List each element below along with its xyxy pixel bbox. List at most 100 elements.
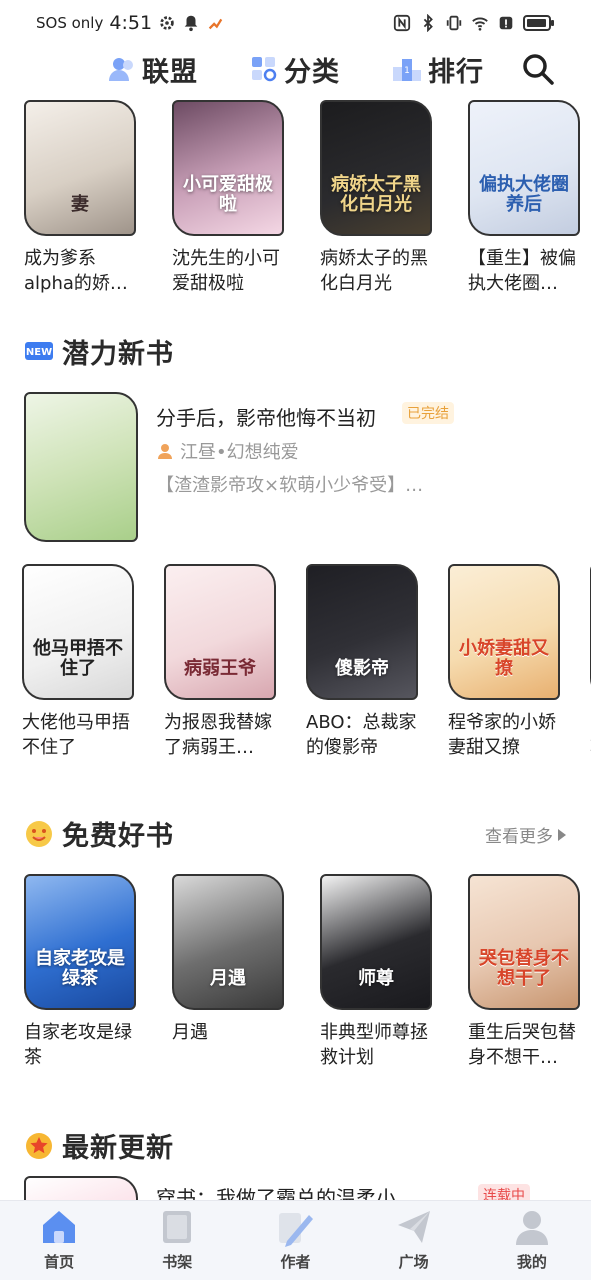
bottom-tab-bar: 首页 书架 作者 广场 我的 bbox=[0, 1200, 591, 1280]
book-cover: 哭包替身不想干了 bbox=[468, 874, 580, 1010]
book-card[interactable]: 病弱王爷 为报恩我替嫁了病弱王… bbox=[164, 564, 282, 760]
top-nav: 联盟 分类 1 排行 bbox=[0, 46, 591, 92]
latest-cover[interactable] bbox=[24, 1176, 138, 1200]
nav-category-label: 分类 bbox=[284, 56, 340, 88]
book-card[interactable]: 小可爱甜极啦 沈先生的小可爱甜极啦 bbox=[172, 100, 290, 296]
svg-text:NEW: NEW bbox=[26, 347, 52, 358]
status-bar: SOS only 4:51 bbox=[0, 0, 591, 46]
status-right bbox=[393, 14, 555, 32]
book-title: 【重生】被偏执大佬圈… bbox=[468, 248, 576, 294]
clock: 4:51 bbox=[109, 12, 153, 34]
nav-ranking[interactable]: 1 排行 bbox=[392, 50, 484, 89]
user-group-icon bbox=[109, 58, 133, 81]
featured-author-text: 江昼•幻想纯爱 bbox=[180, 442, 299, 463]
section-latest-title: 最新更新 bbox=[62, 1133, 174, 1164]
search-icon[interactable] bbox=[521, 52, 555, 86]
tab-home-label: 首页 bbox=[44, 1253, 75, 1271]
book-card[interactable]: 病娇太子黑化白月光 病娇太子的黑化白月光 bbox=[320, 100, 438, 296]
cover-title: 小可爱甜极啦 bbox=[183, 173, 273, 216]
status-badge: 连载中 bbox=[478, 1184, 530, 1200]
book-card[interactable]: 妻 成为爹系alpha的娇… bbox=[24, 100, 142, 296]
tab-author[interactable]: 作者 bbox=[250, 1207, 340, 1272]
section-latest-header: 最新更新 bbox=[24, 1126, 174, 1165]
book-card[interactable]: 师尊 非典型师尊拯救计划 bbox=[320, 874, 438, 1070]
author-icon bbox=[158, 444, 172, 459]
home-icon bbox=[43, 1211, 76, 1243]
featured-book[interactable]: 分手后，影帝他悔不当初 已完结 江昼•幻想纯爱 【渣渣影帝攻×软萌小少爷受】… bbox=[24, 392, 569, 542]
book-card[interactable]: 哭包替身不想干了 重生后哭包替身不想干… bbox=[468, 874, 586, 1070]
book-row-potential: 他马甲捂不住了 大佬他马甲捂不住了 病弱王爷 为报恩我替嫁了病弱王… 傻影帝 A… bbox=[22, 564, 591, 760]
see-more-link[interactable]: 查看更多 bbox=[485, 822, 567, 847]
book-title: ABO：总裁家的傻影帝 bbox=[306, 712, 417, 758]
book-title: 成为爹系alpha的娇… bbox=[24, 248, 128, 294]
svg-text:1: 1 bbox=[404, 66, 410, 76]
book-cover: 病弱王爷 bbox=[164, 564, 276, 700]
book-cover: 傻影帝 bbox=[306, 564, 418, 700]
latest-title[interactable]: 穿书：我做了霸总的温柔小 bbox=[156, 1182, 396, 1200]
section-potential-title: 潜力新书 bbox=[62, 339, 174, 370]
tab-profile[interactable]: 我的 bbox=[487, 1207, 577, 1272]
section-free-header: 免费好书 bbox=[24, 814, 174, 853]
cover-title: 自家老攻是绿茶 bbox=[35, 947, 125, 990]
book-row-top: 妻 成为爹系alpha的娇… 小可爱甜极啦 沈先生的小可爱甜极啦 病娇太子黑化白… bbox=[24, 100, 586, 296]
book-card[interactable]: 偏执大佬圈养后 【重生】被偏执大佬圈… bbox=[468, 100, 586, 296]
cover-title: 妻 bbox=[71, 194, 89, 216]
tab-author-label: 作者 bbox=[280, 1253, 311, 1271]
cover-title: 傻影帝 bbox=[335, 658, 389, 680]
bell-icon bbox=[184, 15, 198, 32]
vibrate-icon bbox=[446, 15, 462, 31]
book-title: 程爷家的小娇妻甜又撩 bbox=[448, 712, 556, 758]
nav-category[interactable]: 分类 bbox=[250, 50, 340, 89]
book-title: 病娇太子的黑化白月光 bbox=[320, 248, 428, 294]
category-icon bbox=[252, 57, 277, 82]
tab-plaza-label: 广场 bbox=[398, 1253, 429, 1271]
book-card[interactable]: 月遇 月遇 bbox=[172, 874, 290, 1070]
cover-title: 月遇 bbox=[210, 968, 246, 990]
book-cover: 师尊 bbox=[320, 874, 432, 1010]
bookshelf-icon bbox=[163, 1211, 192, 1243]
book-card[interactable]: 小娇妻甜又撩 程爷家的小娇妻甜又撩 bbox=[448, 564, 566, 760]
cover-title: 病弱王爷 bbox=[184, 658, 256, 680]
nav-ranking-label: 排行 bbox=[428, 56, 484, 88]
book-row-free: 自家老攻是绿茶 自家老攻是绿茶 月遇 月遇 师尊 非典型师尊拯救计划 哭包替身不… bbox=[24, 874, 586, 1070]
tab-home[interactable]: 首页 bbox=[14, 1207, 104, 1272]
new-icon: NEW bbox=[25, 341, 53, 360]
cover-title: 他马甲捂不住了 bbox=[33, 637, 123, 680]
author-pen-icon bbox=[279, 1213, 314, 1247]
cover-title: 师尊 bbox=[358, 968, 394, 990]
book-card[interactable]: 自家老攻是绿茶 自家老攻是绿茶 bbox=[24, 874, 142, 1070]
tab-plaza[interactable]: 广场 bbox=[369, 1207, 459, 1272]
battery-icon bbox=[523, 15, 554, 31]
book-title: 月遇 bbox=[172, 1022, 208, 1043]
book-cover: 自家老攻是绿茶 bbox=[24, 874, 136, 1010]
book-cover: 小娇妻甜又撩 bbox=[448, 564, 560, 700]
book-cover: 小可爱甜极啦 bbox=[172, 100, 284, 236]
book-cover: 妻 bbox=[24, 100, 136, 236]
cover-title: 病娇太子黑化白月光 bbox=[331, 173, 421, 216]
plaza-plane-icon bbox=[397, 1211, 430, 1243]
book-card[interactable]: 他马甲捂不住了 大佬他马甲捂不住了 bbox=[22, 564, 140, 760]
cover-title: 偏执大佬圈养后 bbox=[479, 173, 569, 216]
nav-alliance-label: 联盟 bbox=[142, 56, 198, 88]
section-potential-header: NEW 潜力新书 bbox=[24, 332, 174, 371]
profile-icon bbox=[515, 1211, 548, 1245]
book-title: 自家老攻是绿茶 bbox=[24, 1022, 132, 1068]
tab-bookshelf-label: 书架 bbox=[162, 1253, 193, 1271]
book-cover: 月遇 bbox=[172, 874, 284, 1010]
tab-bookshelf[interactable]: 书架 bbox=[132, 1207, 222, 1272]
nav-alliance[interactable]: 联盟 bbox=[108, 50, 198, 89]
cover-title: 哭包替身不想干了 bbox=[479, 947, 569, 990]
running-icon bbox=[208, 18, 223, 30]
tab-profile-label: 我的 bbox=[516, 1253, 547, 1271]
bluetooth-icon bbox=[423, 14, 433, 32]
featured-cover bbox=[24, 392, 138, 542]
book-title: 沈先生的小可爱甜极啦 bbox=[172, 248, 280, 294]
book-card[interactable]: 傻影帝 ABO：总裁家的傻影帝 bbox=[306, 564, 424, 760]
alert-icon bbox=[499, 16, 513, 30]
home-feed[interactable]: 妻 成为爹系alpha的娇… 小可爱甜极啦 沈先生的小可爱甜极啦 病娇太子黑化白… bbox=[0, 96, 591, 1200]
featured-title: 分手后，影帝他悔不当初 bbox=[156, 406, 376, 430]
featured-author: 江昼•幻想纯爱 bbox=[156, 438, 299, 464]
book-cover: 病娇太子黑化白月光 bbox=[320, 100, 432, 236]
ranking-icon: 1 bbox=[393, 59, 421, 81]
section-free-title: 免费好书 bbox=[62, 821, 174, 852]
